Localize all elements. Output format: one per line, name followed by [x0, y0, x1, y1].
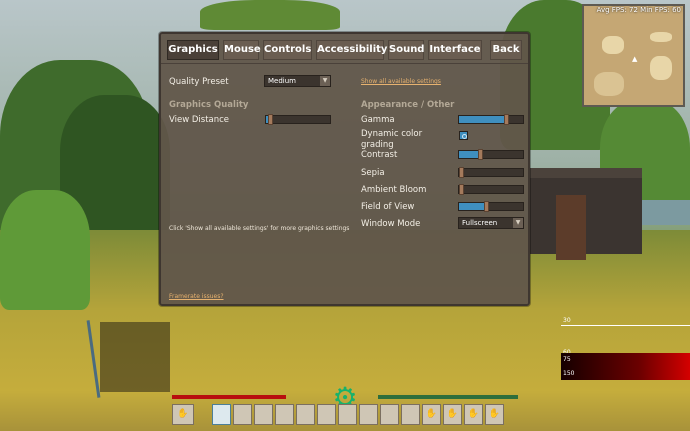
graphics-quality-heading: Graphics Quality	[169, 100, 249, 110]
hotbar-slot[interactable]	[254, 404, 273, 425]
divider	[161, 63, 528, 64]
settings-tabs: Graphics Mouse Controls Accessibility So…	[167, 40, 522, 60]
appearance-heading: Appearance / Other	[361, 100, 455, 110]
shadow	[100, 322, 170, 392]
performance-graph: 30 60 75 150	[561, 316, 690, 382]
gamma-label: Gamma	[361, 115, 395, 125]
player-marker-icon: ▲	[632, 55, 638, 63]
dynamic-color-grading-checkbox[interactable]	[459, 131, 468, 140]
tree	[200, 0, 340, 30]
view-distance-slider[interactable]	[265, 114, 331, 125]
wooden-hut	[530, 168, 642, 254]
tab-graphics[interactable]: Graphics	[167, 40, 219, 60]
graph-label: 30	[563, 317, 571, 324]
slider-handle[interactable]	[503, 114, 509, 125]
graph-fill	[561, 353, 690, 380]
hand-slot-icon[interactable]: ✋	[172, 404, 194, 425]
slider-handle[interactable]	[459, 184, 464, 195]
glove-slot-icon[interactable]: ✋	[443, 404, 462, 425]
stamina-bar	[378, 395, 518, 399]
chevron-down-icon: ▼	[320, 76, 330, 86]
slider-fill	[459, 203, 484, 210]
minimap-clearing	[602, 36, 624, 54]
hotbar-slot[interactable]	[338, 404, 357, 425]
slider-handle[interactable]	[267, 114, 273, 125]
dynamic-color-grading-label-line1: Dynamic color	[361, 129, 423, 139]
hotbar-slot[interactable]	[233, 404, 252, 425]
graph-label: 150	[563, 370, 575, 377]
back-button[interactable]: Back	[490, 40, 522, 60]
hotbar-slot[interactable]	[275, 404, 294, 425]
field-of-view-slider[interactable]	[458, 201, 524, 212]
sepia-slider[interactable]	[458, 167, 524, 178]
tab-controls[interactable]: Controls	[263, 40, 312, 60]
settings-hint: Click 'Show all available settings' for …	[169, 225, 350, 232]
sepia-label: Sepia	[361, 168, 385, 178]
hotbar-slot[interactable]	[359, 404, 378, 425]
minimap-clearing	[594, 72, 624, 96]
view-distance-label: View Distance	[169, 115, 230, 125]
tab-accessibility[interactable]: Accessibility	[316, 40, 387, 60]
slider-handle[interactable]	[478, 149, 484, 160]
minimap-clearing	[650, 56, 672, 80]
hut-door	[556, 195, 586, 260]
hotbar: ✋ ✋ ✋ ✋ ✋	[172, 404, 506, 425]
field-of-view-label: Field of View	[361, 202, 415, 212]
gamma-slider[interactable]	[458, 114, 524, 125]
slider-handle[interactable]	[459, 167, 464, 178]
slider-fill	[459, 151, 479, 158]
hotbar-slot[interactable]	[212, 404, 231, 425]
window-mode-label: Window Mode	[361, 219, 421, 229]
hotbar-slot[interactable]	[296, 404, 315, 425]
tab-sound[interactable]: Sound	[388, 40, 424, 60]
quality-preset-label: Quality Preset	[169, 77, 229, 87]
bush	[0, 190, 90, 310]
hotbar-slot[interactable]	[380, 404, 399, 425]
settings-window: Graphics Mouse Controls Accessibility So…	[159, 32, 530, 306]
fps-readout: Avg FPS: 72 Min FPS: 60	[596, 6, 681, 14]
minimap-clearing	[650, 32, 672, 42]
show-all-settings-link[interactable]: Show all available settings	[361, 78, 441, 85]
contrast-slider[interactable]	[458, 149, 524, 160]
contrast-label: Contrast	[361, 150, 398, 160]
ambient-bloom-label: Ambient Bloom	[361, 185, 427, 195]
health-bar	[172, 395, 286, 399]
window-mode-value: Fullscreen	[462, 219, 498, 227]
graph-line	[561, 325, 690, 326]
framerate-issues-link[interactable]: Framerate issues?	[169, 293, 224, 300]
tab-mouse[interactable]: Mouse	[223, 40, 261, 60]
quality-preset-dropdown[interactable]: Medium ▼	[264, 75, 331, 87]
quality-preset-value: Medium	[268, 77, 296, 85]
glove-slot-icon[interactable]: ✋	[485, 404, 504, 425]
dynamic-color-grading-label-line2: grading	[361, 140, 394, 150]
minimap[interactable]: Avg FPS: 72 Min FPS: 60 ▲	[582, 4, 685, 107]
hotbar-slot[interactable]	[401, 404, 420, 425]
graph-label: 75	[563, 356, 571, 363]
ambient-bloom-slider[interactable]	[458, 184, 524, 195]
glove-slot-icon[interactable]: ✋	[464, 404, 483, 425]
glove-slot-icon[interactable]: ✋	[422, 404, 441, 425]
window-mode-dropdown[interactable]: Fullscreen ▼	[458, 217, 524, 229]
hotbar-slot[interactable]	[317, 404, 336, 425]
chevron-down-icon: ▼	[513, 218, 523, 228]
slider-fill	[459, 116, 504, 123]
slider-handle[interactable]	[483, 201, 489, 212]
tab-interface[interactable]: Interface	[428, 40, 482, 60]
